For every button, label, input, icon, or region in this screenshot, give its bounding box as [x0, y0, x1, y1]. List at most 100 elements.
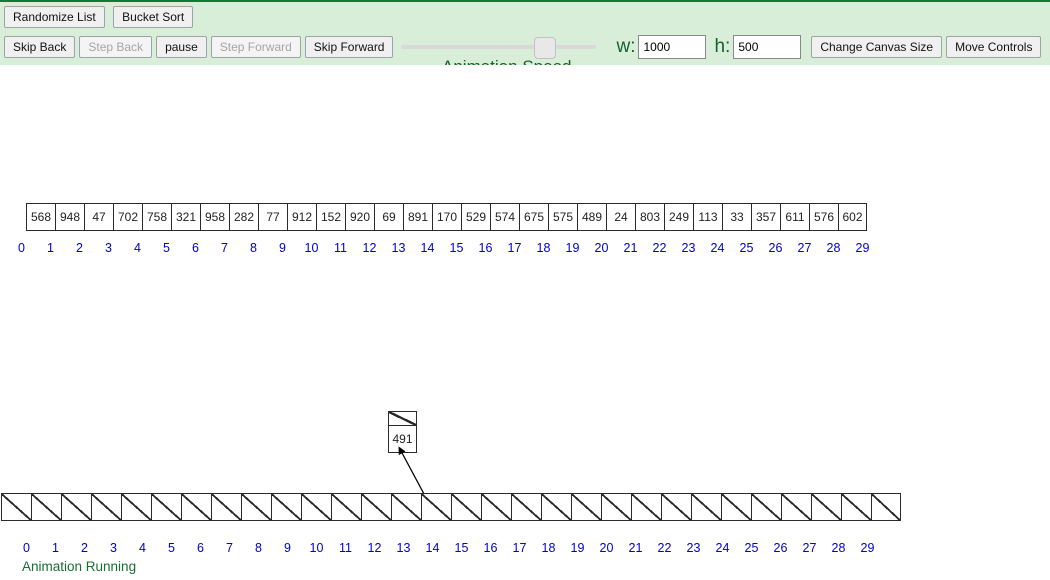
bucket-index: 23 [679, 541, 708, 557]
step-back-button: Step Back [79, 36, 152, 58]
bucket-cell [871, 493, 901, 521]
bucket-index: 5 [157, 541, 186, 557]
bucket-index: 28 [824, 541, 853, 557]
move-controls-button[interactable]: Move Controls [946, 36, 1041, 58]
bucket-cell [121, 493, 151, 521]
bucket-cell [211, 493, 241, 521]
bucket-index: 26 [766, 541, 795, 557]
array-index: 28 [819, 241, 848, 257]
skip-forward-button[interactable]: Skip Forward [305, 36, 394, 58]
array-index: 11 [326, 241, 355, 257]
array-index: 2 [65, 241, 94, 257]
array-index: 5 [152, 241, 181, 257]
bucket-cell [241, 493, 271, 521]
bucket-index: 25 [737, 541, 766, 557]
bucket-index: 1 [41, 541, 70, 557]
array-cell: 357 [751, 203, 780, 231]
array-index: 23 [674, 241, 703, 257]
height-input[interactable] [733, 35, 801, 59]
bucket-cell [721, 493, 751, 521]
bucket-index: 27 [795, 541, 824, 557]
array-cell: 920 [345, 203, 374, 231]
bucket-index: 0 [12, 541, 41, 557]
array-index: 18 [529, 241, 558, 257]
bucket-cell [811, 493, 841, 521]
bucket-cell [601, 493, 631, 521]
array-index: 22 [645, 241, 674, 257]
array-cell: 958 [200, 203, 229, 231]
bucket-cell [841, 493, 871, 521]
array-cell: 47 [84, 203, 113, 231]
array-index: 13 [384, 241, 413, 257]
bucket-index: 20 [592, 541, 621, 557]
bucket-cell [331, 493, 361, 521]
array-cell: 758 [142, 203, 171, 231]
bucket-index: 3 [99, 541, 128, 557]
bucket-cell [661, 493, 691, 521]
bucket-cell [361, 493, 391, 521]
array-index: 8 [239, 241, 268, 257]
bucket-cell [541, 493, 571, 521]
bucket-cell [301, 493, 331, 521]
bucket-cell [781, 493, 811, 521]
width-input[interactable] [638, 35, 706, 59]
slider-thumb[interactable] [534, 37, 556, 59]
array-index: 15 [442, 241, 471, 257]
bucket-index: 17 [505, 541, 534, 557]
bucket-cell [691, 493, 721, 521]
bucket-index: 6 [186, 541, 215, 557]
array-cell: 529 [461, 203, 490, 231]
array-cell: 912 [287, 203, 316, 231]
bucket-index: 8 [244, 541, 273, 557]
array-row: 5689484770275832195828277912152920698911… [26, 203, 867, 231]
bucket-cell [751, 493, 781, 521]
array-cell: 24 [606, 203, 635, 231]
bucket-index: 10 [302, 541, 331, 557]
array-index: 26 [761, 241, 790, 257]
pause-button[interactable]: pause [156, 36, 207, 58]
bucket-cell [571, 493, 601, 521]
bucket-index: 18 [534, 541, 563, 557]
bucket-index: 11 [331, 541, 360, 557]
bucket-cell [181, 493, 211, 521]
bucket-cell [481, 493, 511, 521]
bucket-cell [91, 493, 121, 521]
bucket-cell [31, 493, 61, 521]
array-cell: 77 [258, 203, 287, 231]
bucket-index: 14 [418, 541, 447, 557]
control-row-2: Skip Back Step Back pause Step Forward S… [4, 31, 1046, 65]
bucket-index: 2 [70, 541, 99, 557]
bucket-index: 7 [215, 541, 244, 557]
array-index: 14 [413, 241, 442, 257]
array-index: 25 [732, 241, 761, 257]
array-index: 12 [355, 241, 384, 257]
array-cell: 611 [780, 203, 809, 231]
array-index: 20 [587, 241, 616, 257]
array-index: 21 [616, 241, 645, 257]
array-index: 4 [123, 241, 152, 257]
bucket-cell [1, 493, 31, 521]
control-row-1: Randomize List Bucket Sort [4, 4, 1046, 31]
bucket-index: 24 [708, 541, 737, 557]
change-canvas-size-button[interactable]: Change Canvas Size [811, 36, 942, 58]
skip-back-button[interactable]: Skip Back [4, 36, 75, 58]
array-index-row: 0123456789101112131415161718192021222324… [7, 241, 877, 257]
array-cell: 249 [664, 203, 693, 231]
array-index: 9 [268, 241, 297, 257]
control-bar: Randomize List Bucket Sort Skip Back Ste… [0, 0, 1050, 65]
randomize-button[interactable]: Randomize List [4, 6, 105, 28]
array-index: 24 [703, 241, 732, 257]
bucket-index: 22 [650, 541, 679, 557]
bucket-sort-button[interactable]: Bucket Sort [113, 6, 193, 28]
step-forward-button: Step Forward [211, 36, 301, 58]
array-index: 0 [7, 241, 36, 257]
height-label: h: [714, 36, 730, 58]
bucket-index: 16 [476, 541, 505, 557]
array-cell: 948 [55, 203, 84, 231]
array-cell: 575 [548, 203, 577, 231]
array-cell: 803 [635, 203, 664, 231]
width-label: w: [616, 36, 635, 58]
array-cell: 170 [432, 203, 461, 231]
animation-speed-slider[interactable] [401, 36, 596, 58]
array-cell: 576 [809, 203, 838, 231]
